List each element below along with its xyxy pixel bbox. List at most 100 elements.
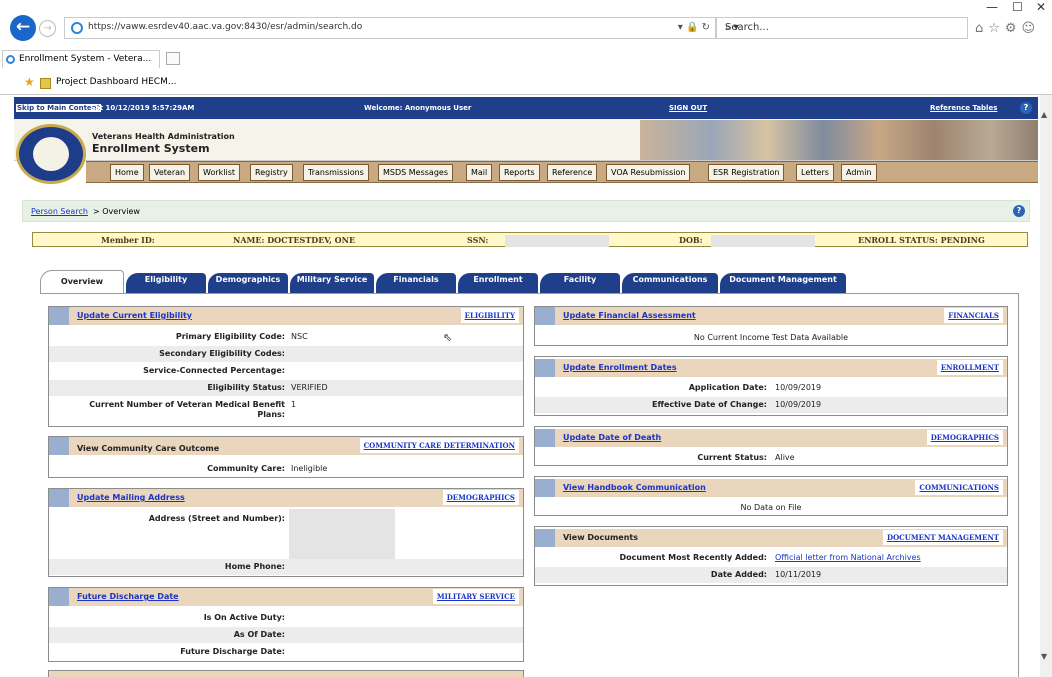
tab-military-service[interactable]: Military Service <box>290 273 374 293</box>
tab-eligibility[interactable]: Eligibility <box>126 273 206 293</box>
nav-registry[interactable]: Registry <box>250 164 293 181</box>
section-header-tab <box>49 437 69 455</box>
section-header-tab <box>535 359 555 377</box>
favorite-link[interactable]: Project Dashboard HECM... <box>56 77 176 87</box>
enrollment-tab-link[interactable]: ENROLLMENT <box>936 360 1003 375</box>
section-header: Update Enrollment Dates ENROLLMENT <box>535 359 1007 377</box>
military-service-tab-link[interactable]: MILITARY SERVICE <box>432 589 519 604</box>
section-header: Update Current Eligibility ELIGIBILITY <box>49 307 523 325</box>
back-arrow-icon[interactable]: ← <box>10 15 36 41</box>
section-community-care: View Community Care Outcome COMMUNITY CA… <box>48 436 524 478</box>
toolbar-icons[interactable]: ⌂☆⚙☺ <box>975 21 1040 36</box>
update-mailing-address-link[interactable]: Update Mailing Address <box>77 493 185 502</box>
nav-worklist[interactable]: Worklist <box>198 164 241 181</box>
table-row: Future Discharge Date: <box>49 644 523 660</box>
new-tab-icon[interactable] <box>166 52 180 65</box>
skip-to-main-link[interactable]: Skip to Main Content <box>16 104 101 112</box>
ssn-field <box>505 235 609 247</box>
nav-veteran[interactable]: Veteran <box>149 164 191 181</box>
section-header-tab <box>535 529 555 547</box>
nav-esr-registration[interactable]: ESR Registration <box>708 164 785 181</box>
search-icon[interactable]: ⌕ ▾ <box>725 22 961 33</box>
section-enrollment-dates: Update Enrollment Dates ENROLLMENT Appli… <box>534 356 1008 416</box>
sign-out-link[interactable]: SIGN OUT <box>669 104 707 112</box>
section-header-tab <box>535 479 555 497</box>
tab-communications[interactable]: Communications <box>622 273 718 293</box>
effective-date-label: Effective Date of Change: <box>652 400 767 409</box>
minimize-icon[interactable]: — <box>986 0 998 14</box>
section-date-of-death: Update Date of Death DEMOGRAPHICS Curren… <box>534 426 1008 466</box>
nav-mail[interactable]: Mail <box>466 164 493 181</box>
tab-document-management[interactable]: Document Management <box>720 273 846 293</box>
help-icon[interactable]: ? <box>1020 102 1032 114</box>
tab-financials[interactable]: Financials <box>376 273 456 293</box>
favorites-star-icon[interactable]: ★ <box>24 75 35 89</box>
nav-reports[interactable]: Reports <box>499 164 540 181</box>
update-date-of-death-link[interactable]: Update Date of Death <box>563 433 661 442</box>
communications-tab-link[interactable]: COMMUNICATIONS <box>915 480 1003 495</box>
update-financial-assessment-link[interactable]: Update Financial Assessment <box>563 311 696 320</box>
section-header-tab <box>535 307 555 325</box>
favorites-bar: ★ Project Dashboard HECM... <box>0 75 1052 93</box>
secondary-eligibility-label: Secondary Eligibility Codes: <box>159 349 285 358</box>
nav-reference[interactable]: Reference <box>547 164 598 181</box>
tab-enrollment[interactable]: Enrollment <box>458 273 538 293</box>
nav-letters[interactable]: Letters <box>796 164 834 181</box>
demographics-tab-link[interactable]: DEMOGRAPHICS <box>442 490 519 505</box>
tab-facility[interactable]: Facility <box>540 273 620 293</box>
financials-tab-link[interactable]: FINANCIALS <box>944 308 1003 323</box>
as-of-date-label: As Of Date: <box>233 630 285 639</box>
nav-transmissions[interactable]: Transmissions <box>303 164 369 181</box>
datetime: Sat 10/12/2019 5:57:29AM <box>90 104 195 112</box>
address-bar[interactable]: https://vaww.esrdev40.aac.va.gov:8430/es… <box>64 17 716 39</box>
table-row: As Of Date: <box>49 627 523 643</box>
medical-benefit-plans-value: 1 <box>291 400 297 409</box>
ssn-label: SSN: <box>467 235 489 245</box>
breadcrumb-person-search[interactable]: Person Search <box>31 207 88 216</box>
browser-tab-row: Enrollment System - Vetera... × <box>0 50 1052 68</box>
medical-benefit-plans-label: Current Number of Veteran Medical Benefi… <box>89 400 285 409</box>
record-tabs: Overview Eligibility Demographics Milita… <box>40 270 1020 294</box>
tab-panel-border <box>40 293 1019 294</box>
demographics-tab-link[interactable]: DEMOGRAPHICS <box>926 430 1003 445</box>
table-row: Service-Connected Percentage: <box>49 363 523 379</box>
close-window-icon[interactable]: ✕ <box>1036 0 1046 14</box>
home-phone-label: Home Phone: <box>224 562 285 571</box>
current-status-label: Current Status: <box>697 453 767 462</box>
section-future-discharge: Future Discharge Date MILITARY SERVICE I… <box>48 587 524 662</box>
browser-search-box[interactable]: Search... ⌕ ▾ <box>716 17 968 39</box>
nav-admin[interactable]: Admin <box>841 164 877 181</box>
tab-overview[interactable]: Overview <box>40 270 124 294</box>
update-enrollment-dates-link[interactable]: Update Enrollment Dates <box>563 363 677 372</box>
future-discharge-date-link[interactable]: Future Discharge Date <box>77 592 179 601</box>
eligibility-tab-link[interactable]: ELIGIBILITY <box>460 308 519 323</box>
scroll-up-icon[interactable]: ▲ <box>1041 110 1047 119</box>
future-discharge-label: Future Discharge Date: <box>180 647 285 656</box>
view-handbook-communication-link[interactable]: View Handbook Communication <box>563 483 706 492</box>
nav-msds-messages[interactable]: MSDS Messages <box>378 164 453 181</box>
date-added-value: 10/11/2019 <box>775 570 822 579</box>
tab-demographics[interactable]: Demographics <box>208 273 288 293</box>
page-scrollbar[interactable] <box>1040 95 1052 677</box>
reference-tables-link[interactable]: Reference Tables <box>930 104 997 112</box>
url-text[interactable]: https://vaww.esrdev40.aac.va.gov:8430/es… <box>88 22 362 32</box>
tab-close-icon[interactable]: × <box>158 54 159 64</box>
maximize-icon[interactable]: ☐ <box>1012 0 1023 14</box>
update-current-eligibility-link[interactable]: Update Current Eligibility <box>77 311 192 320</box>
community-care-determination-link[interactable]: COMMUNITY CARE DETERMINATION <box>359 438 519 453</box>
dob-label: DOB: <box>679 235 703 245</box>
document-management-tab-link[interactable]: DOCUMENT MANAGEMENT <box>883 530 1003 545</box>
page-help-icon[interactable]: ? <box>1013 205 1025 217</box>
browser-chrome: — ☐ ✕ ← → https://vaww.esrdev40.aac.va.g… <box>0 0 1052 95</box>
scroll-down-icon[interactable]: ▼ <box>1041 652 1047 661</box>
forward-arrow-icon[interactable]: → <box>39 20 56 37</box>
browser-tab[interactable]: Enrollment System - Vetera... × <box>2 50 160 68</box>
lock-refresh-icons[interactable]: ▾ 🔒 ↻ <box>678 22 710 33</box>
table-row: Document Most Recently Added: Official l… <box>535 550 1007 566</box>
community-care-value: Ineligible <box>291 464 328 473</box>
current-status-value: Alive <box>775 453 795 462</box>
nav-voa-resubmission[interactable]: VOA Resubmission <box>606 164 691 181</box>
nav-home[interactable]: Home <box>110 164 144 181</box>
banner-photo-strip <box>640 120 1038 160</box>
recent-document-link[interactable]: Official letter from National Archives <box>775 553 921 562</box>
